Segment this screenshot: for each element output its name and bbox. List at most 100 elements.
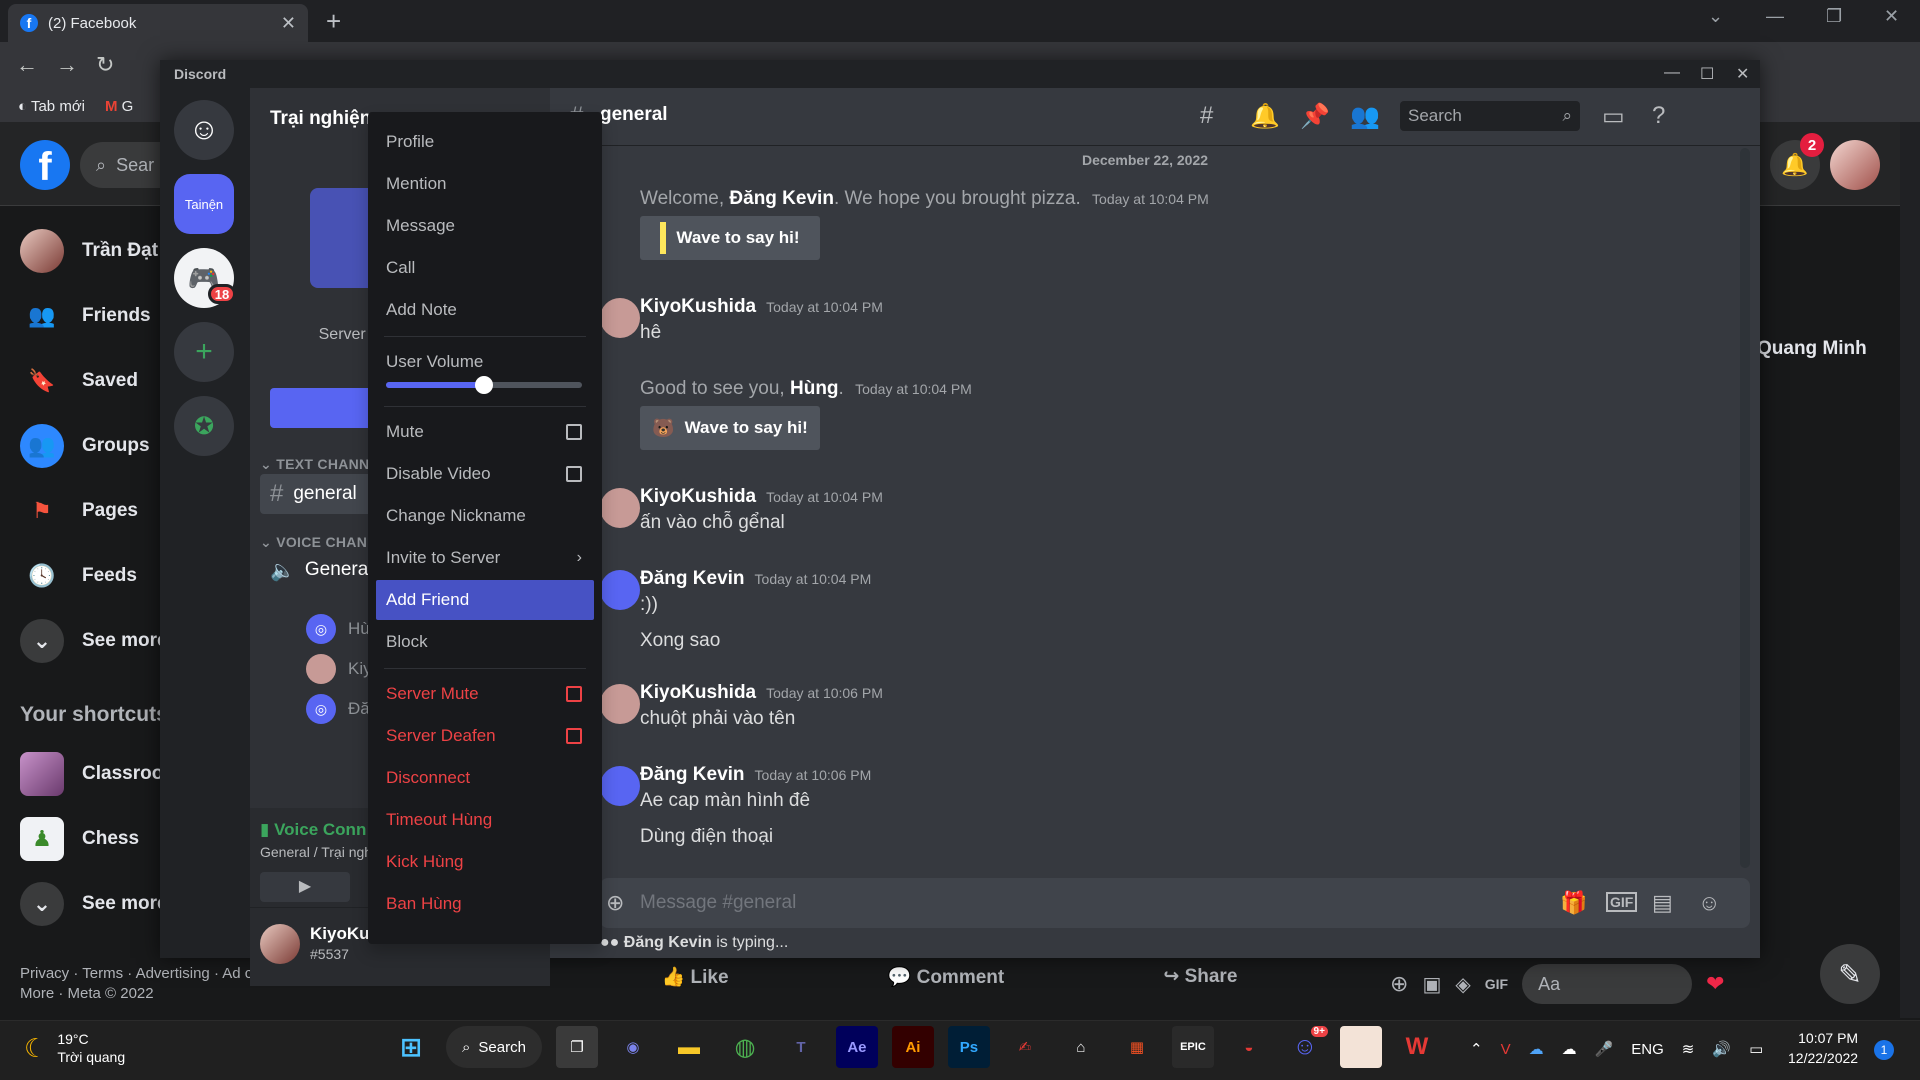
fb-shortcut-classroom[interactable]: Classroom <box>20 746 180 802</box>
text-channels-category[interactable]: ⌄ TEXT CHANNE <box>260 456 379 473</box>
message-author[interactable]: KiyoKushida <box>640 296 756 317</box>
minimize-icon[interactable]: — <box>1766 6 1784 27</box>
windows-start-icon[interactable]: ⊞ <box>390 1026 432 1068</box>
menu-item-mute[interactable]: Mute <box>376 412 594 452</box>
gift-box-icon[interactable]: ⌂ <box>1060 1026 1102 1068</box>
cloud-icon[interactable]: ☁ <box>1562 1040 1577 1058</box>
after-effects-icon[interactable]: Ae <box>835 1026 878 1068</box>
chat-icon[interactable]: ◉ <box>612 1026 654 1068</box>
video-camera-icon[interactable]: ▶ <box>260 872 350 902</box>
language-indicator[interactable]: ENG <box>1631 1041 1664 1058</box>
heart-icon[interactable]: ❤ <box>1706 971 1724 997</box>
task-view-icon[interactable]: ❐ <box>555 1026 598 1068</box>
message-author[interactable]: KiyoKushida <box>640 682 756 703</box>
inbox-icon[interactable]: ▭ <box>1602 102 1625 131</box>
discord-taskbar-icon[interactable]: ☺ 9+ <box>1284 1026 1328 1068</box>
contact-name[interactable]: Quang Minh <box>1757 338 1867 360</box>
message-author[interactable]: Đăng Kevin <box>640 764 745 785</box>
message-input[interactable]: ⊕ Message #general 🎁 GIF ▤ ☺ <box>600 878 1750 928</box>
search-input[interactable]: Search ⌕ <box>1400 101 1580 131</box>
bell-icon[interactable]: 🔔 <box>1250 102 1280 131</box>
members-icon[interactable]: 👥 <box>1350 102 1380 131</box>
fb-shortcuts-see-more[interactable]: ⌄ See more <box>20 876 168 932</box>
menu-item-timeout[interactable]: Timeout Hùng <box>376 800 594 840</box>
file-explorer-icon[interactable]: ▬ <box>668 1026 710 1068</box>
like-button[interactable]: 👍 Like <box>662 965 729 989</box>
sticker-icon[interactable]: ◈ <box>1455 972 1470 997</box>
fb-nav-friends[interactable]: 👥 Friends <box>20 288 150 344</box>
discord-home-icon[interactable]: ☺ <box>174 100 234 160</box>
menu-item-disconnect[interactable]: Disconnect <box>376 758 594 798</box>
share-button[interactable]: ↪ Share <box>1163 965 1237 988</box>
anime-app-icon[interactable] <box>1339 1026 1382 1068</box>
microsoft-office-icon[interactable]: ▦ <box>1116 1026 1158 1068</box>
fb-nav-saved[interactable]: 🔖 Saved <box>20 353 138 409</box>
sticker-icon[interactable]: ▤ <box>1652 890 1673 916</box>
notification-center-badge[interactable]: 1 <box>1874 1040 1894 1060</box>
add-server-icon[interactable]: + <box>174 322 234 382</box>
gif-icon[interactable]: GIF <box>1606 892 1638 912</box>
taskbar-search[interactable]: ⌕ Search <box>446 1026 542 1068</box>
microphone-icon[interactable]: 🎤 <box>1595 1040 1614 1058</box>
acrobat-icon[interactable]: ✍ <box>1004 1026 1046 1068</box>
menu-item-profile[interactable]: Profile <box>376 122 594 162</box>
plus-icon[interactable]: ⊕ <box>1390 971 1408 997</box>
wave-button[interactable]: Wave to say hi! <box>640 216 820 260</box>
menu-item-mention[interactable]: Mention <box>376 164 594 204</box>
gift-icon[interactable]: 🎁 <box>1560 890 1587 916</box>
checkbox[interactable] <box>566 466 582 482</box>
menu-item-message[interactable]: Message <box>376 206 594 246</box>
tab-close-icon[interactable]: ✕ <box>281 13 296 34</box>
tab-facebook[interactable]: f (2) Facebook ✕ <box>8 4 308 42</box>
fb-nav-see-more[interactable]: ⌄ See more <box>20 613 168 669</box>
fb-nav-groups[interactable]: 👥 Groups <box>20 418 150 474</box>
checkbox[interactable] <box>566 686 582 702</box>
menu-item-server-mute[interactable]: Server Mute <box>376 674 594 714</box>
user-volume-slider[interactable] <box>386 376 582 394</box>
vivaldi-icon[interactable]: V <box>1501 1041 1511 1058</box>
server-icon-trai-nghien[interactable]: Tainện <box>174 174 234 234</box>
greet-name[interactable]: Hùng <box>790 378 839 399</box>
attach-plus-icon[interactable]: ⊕ <box>606 890 624 916</box>
voice-user[interactable]: Kiy <box>306 654 372 684</box>
menu-item-change-nickname[interactable]: Change Nickname <box>376 496 594 536</box>
image-icon[interactable]: ▣ <box>1422 972 1441 997</box>
help-icon[interactable]: ? <box>1652 102 1665 130</box>
chevron-down-icon[interactable]: ⌄ <box>1708 6 1723 27</box>
close-icon[interactable]: ✕ <box>1736 64 1749 84</box>
menu-item-add-friend[interactable]: Add Friend <box>376 580 594 620</box>
avatar[interactable] <box>600 298 640 338</box>
fb-nav-feeds[interactable]: 🕓 Feeds <box>20 548 137 604</box>
avatar[interactable] <box>260 924 300 964</box>
fb-shortcut-chess[interactable]: ♟ Chess <box>20 811 139 867</box>
threads-icon[interactable]: # <box>1200 102 1213 130</box>
bookmark-newtab[interactable]: ◐ Tab mới <box>18 98 85 115</box>
illustrator-icon[interactable]: Ai <box>891 1026 934 1068</box>
garena-icon[interactable]: ◒ <box>1228 1026 1270 1068</box>
wave-button[interactable]: 🐻 Wave to say hi! <box>640 406 820 450</box>
message-author[interactable]: Đăng Kevin <box>640 568 745 589</box>
close-window-icon[interactable]: ✕ <box>1884 6 1899 27</box>
avatar[interactable] <box>600 570 640 610</box>
bookmark-gmail[interactable]: M G <box>105 98 133 115</box>
wifi-icon[interactable]: ≋ <box>1682 1040 1695 1058</box>
facebook-logo-icon[interactable]: f <box>20 140 70 190</box>
pin-icon[interactable]: 📌 <box>1300 102 1330 131</box>
avatar[interactable] <box>600 766 640 806</box>
wps-office-icon[interactable]: W <box>1396 1026 1438 1068</box>
menu-item-call[interactable]: Call <box>376 248 594 288</box>
page-scrollbar[interactable] <box>1900 122 1920 1018</box>
reload-icon[interactable]: ↻ <box>96 52 114 78</box>
menu-item-block[interactable]: Block <box>376 622 594 662</box>
avatar[interactable] <box>600 684 640 724</box>
account-avatar[interactable] <box>1830 140 1880 190</box>
onedrive-icon[interactable]: ☁ <box>1529 1040 1544 1058</box>
welcome-name[interactable]: Đăng Kevin <box>729 188 834 209</box>
menu-item-add-note[interactable]: Add Note <box>376 290 594 330</box>
battery-icon[interactable]: ▭ <box>1749 1040 1763 1058</box>
voice-channels-category[interactable]: ⌄ VOICE CHANN <box>260 534 378 551</box>
photoshop-icon[interactable]: Ps <box>947 1026 990 1068</box>
avatar[interactable] <box>600 488 640 528</box>
clock[interactable]: 10:07 PM 12/22/2022 <box>1788 1028 1858 1068</box>
fb-profile[interactable]: Trần Đạt <box>20 223 158 279</box>
